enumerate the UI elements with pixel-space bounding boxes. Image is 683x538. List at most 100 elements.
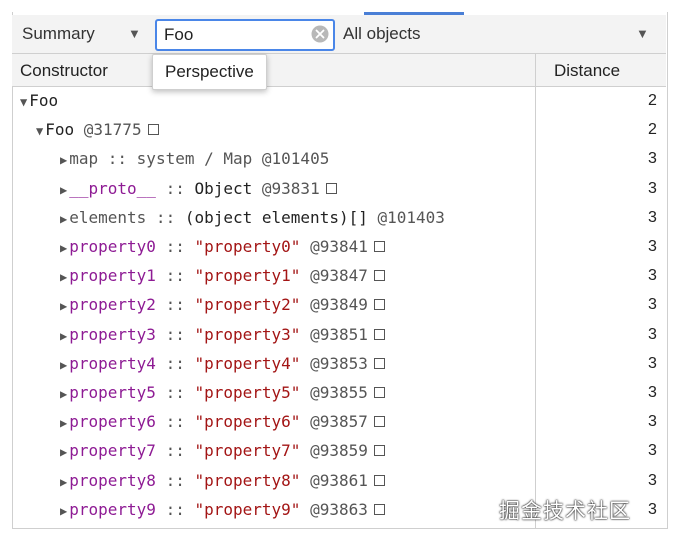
collapsed-triangle-icon[interactable]: ▶ — [60, 153, 67, 167]
reveal-in-summary-icon[interactable] — [373, 299, 385, 311]
tree-row-part: @93863 — [300, 499, 368, 519]
tree-row-label: ▶ property2 :: "property2" @93849 — [60, 290, 385, 321]
tree-row-part: @93831 — [252, 178, 320, 198]
collapsed-triangle-icon[interactable]: ▶ — [60, 475, 67, 489]
collapsed-triangle-icon[interactable]: ▶ — [60, 504, 67, 518]
tree-row-part: property4 — [69, 353, 156, 373]
distance-value: 3 — [648, 296, 657, 314]
collapsed-triangle-icon[interactable]: ▶ — [60, 358, 67, 372]
tree-row-part: @93851 — [300, 324, 368, 344]
tree-row[interactable]: ▶ elements :: (object elements)[] @101403… — [12, 203, 666, 232]
tree-row-part: @93857 — [300, 412, 368, 432]
reveal-in-summary-icon[interactable] — [373, 328, 385, 340]
collapsed-triangle-icon[interactable]: ▶ — [60, 270, 67, 284]
tree-row-part: @101405 — [252, 149, 330, 169]
tree-row-label: ▶ property7 :: "property7" @93859 — [60, 436, 385, 467]
reveal-in-summary-icon[interactable] — [373, 503, 385, 515]
toolbar: Summary ▼ Foo All objects ▼ — [12, 15, 666, 54]
tree-row[interactable]: ▶ property6 :: "property6" @93857 3 — [12, 407, 666, 436]
tree-row-part: "property9" — [194, 499, 301, 519]
tree-row-part: @93847 — [300, 266, 368, 286]
tree-row-label: ▶ property3 :: "property3" @93851 — [60, 320, 385, 351]
table-header: Constructor Distance — [12, 54, 666, 87]
tree-row-part: "property0" — [194, 237, 301, 256]
distance-value: 3 — [648, 267, 657, 285]
tree-row-part: "property6" — [194, 412, 301, 432]
tree-row-part: property9 — [69, 499, 156, 519]
distance-value: 3 — [648, 208, 657, 226]
tree-row[interactable]: ▶ property5 :: "property5" @93855 3 — [12, 378, 666, 407]
tree-row-part: "property4" — [194, 353, 301, 373]
tree-row[interactable]: ▼ Foo 2 — [12, 86, 666, 115]
tree-row-label: ▶ property8 :: "property8" @93861 — [60, 466, 385, 497]
tree-row[interactable]: ▶ map :: system / Map @101405 3 — [12, 144, 666, 173]
tree-row[interactable]: ▶ __proto__ :: Object @93831 3 — [12, 174, 666, 203]
tree-row[interactable]: ▶ property8 :: "property8" @93861 3 — [12, 466, 666, 495]
reveal-in-summary-icon[interactable] — [373, 241, 385, 252]
collapsed-triangle-icon[interactable]: ▶ — [60, 241, 67, 255]
tree-row-part: property0 — [69, 237, 156, 256]
collapsed-triangle-icon[interactable]: ▶ — [60, 416, 67, 430]
tree-row-part: :: — [155, 441, 195, 461]
tree-row-label: ▶ property0 :: "property0" @93841 — [60, 232, 385, 263]
distance-value: 3 — [648, 471, 657, 489]
expanded-triangle-icon[interactable]: ▼ — [20, 95, 27, 109]
collapsed-triangle-icon[interactable]: ▶ — [60, 445, 67, 459]
distance-value: 3 — [648, 500, 657, 518]
column-header-distance[interactable]: Distance — [554, 61, 620, 81]
distance-value: 3 — [648, 442, 657, 460]
tree-row-part: Object — [194, 178, 253, 198]
reveal-in-summary-icon[interactable] — [373, 357, 385, 369]
tree-row[interactable]: ▶ property2 :: "property2" @93849 3 — [12, 290, 666, 319]
tree-row[interactable]: ▶ property1 :: "property1" @93847 3 — [12, 261, 666, 290]
tree-row-part: "property3" — [194, 324, 301, 344]
clear-icon[interactable] — [311, 25, 329, 43]
class-filter-input[interactable]: Foo — [155, 19, 335, 51]
reveal-in-summary-icon[interactable] — [325, 182, 337, 194]
tree-row-part: :: — [155, 237, 195, 256]
tree-row[interactable]: ▼ Foo @31775 2 — [12, 115, 666, 144]
tree-row-label: ▶ property1 :: "property1" @93847 — [60, 261, 385, 292]
tree-row-part: property8 — [69, 470, 156, 490]
reveal-in-summary-icon[interactable] — [373, 387, 385, 398]
reveal-in-summary-icon[interactable] — [147, 124, 159, 136]
perspective-tooltip: Perspective — [152, 54, 267, 90]
reveal-in-summary-icon[interactable] — [373, 270, 385, 282]
view-select-caret-icon[interactable]: ▼ — [128, 26, 141, 41]
distance-value: 3 — [648, 238, 657, 255]
objects-select[interactable]: All objects — [343, 24, 420, 44]
tree-row-part: Foo — [29, 91, 59, 110]
collapsed-triangle-icon[interactable]: ▶ — [60, 183, 67, 197]
tree-row-part: @93855 — [300, 383, 368, 402]
column-header-constructor[interactable]: Constructor — [20, 61, 108, 81]
collapsed-triangle-icon[interactable]: ▶ — [60, 299, 67, 313]
distance-value: 3 — [648, 354, 657, 372]
tree-row-label: ▶ property6 :: "property6" @93857 — [60, 407, 385, 438]
view-select[interactable]: Summary — [22, 24, 95, 44]
tree-row[interactable]: ▶ property3 :: "property3" @93851 3 — [12, 320, 666, 349]
tree-row-label: ▶ property9 :: "property9" @93863 — [60, 495, 385, 526]
collapsed-triangle-icon[interactable]: ▶ — [60, 329, 67, 343]
tree-row-label: ▼ Foo — [20, 86, 58, 117]
tree-row-part: @93849 — [300, 295, 368, 315]
tree-row[interactable]: ▶ property0 :: "property0" @93841 3 — [12, 232, 666, 261]
reveal-in-summary-icon[interactable] — [373, 474, 385, 486]
collapsed-triangle-icon[interactable]: ▶ — [60, 387, 67, 401]
tree-row-part: :: — [155, 324, 195, 344]
reveal-in-summary-icon[interactable] — [373, 416, 385, 428]
tree-row-part: system / Map — [136, 149, 253, 169]
tree-row[interactable]: ▶ property7 :: "property7" @93859 3 — [12, 436, 666, 465]
reveal-in-summary-icon[interactable] — [373, 445, 385, 457]
tree-row[interactable]: ▶ property4 :: "property4" @93853 3 — [12, 349, 666, 378]
class-filter-value[interactable]: Foo — [164, 25, 193, 45]
tree-row-part: @93853 — [300, 353, 368, 373]
tree-row-part: "property1" — [194, 266, 301, 286]
objects-select-caret-icon[interactable]: ▼ — [636, 26, 649, 41]
distance-value: 3 — [648, 325, 657, 343]
tree-row-part: property3 — [69, 324, 156, 344]
tree-row-part: :: — [155, 383, 195, 402]
expanded-triangle-icon[interactable]: ▼ — [36, 124, 43, 138]
distance-value: 3 — [648, 413, 657, 431]
tree-row-part: :: — [155, 470, 195, 490]
collapsed-triangle-icon[interactable]: ▶ — [60, 212, 67, 226]
